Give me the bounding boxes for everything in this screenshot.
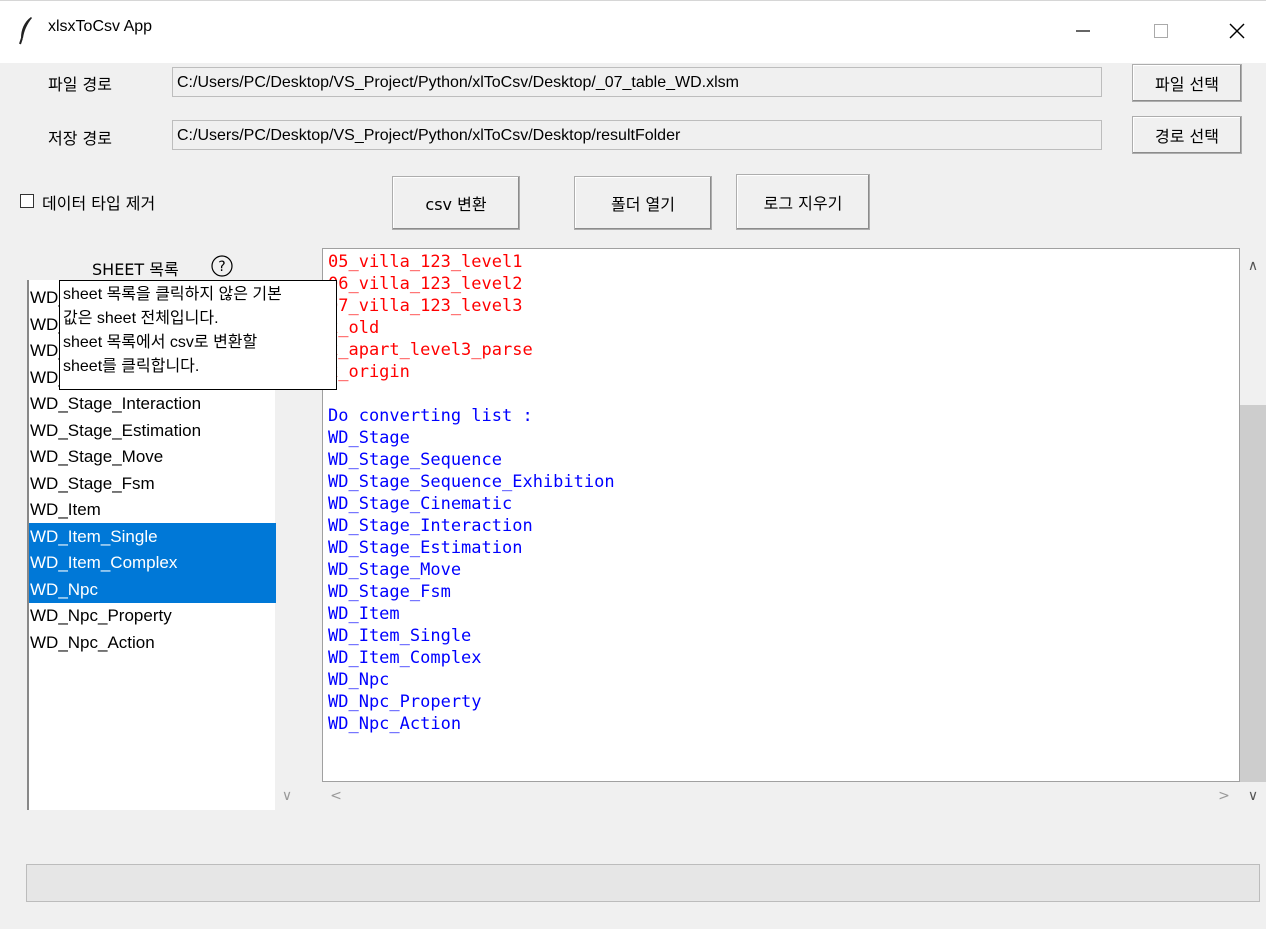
log-line: WD_Stage_Interaction bbox=[328, 516, 533, 536]
help-circle-icon[interactable]: ? bbox=[210, 254, 234, 278]
close-button[interactable] bbox=[1214, 10, 1260, 52]
log-line: WD_Stage_Fsm bbox=[328, 582, 451, 602]
maximize-button[interactable] bbox=[1138, 10, 1184, 52]
minimize-icon bbox=[1076, 30, 1090, 32]
maximize-icon bbox=[1154, 24, 1168, 38]
log-line: WD_Npc_Action bbox=[328, 714, 462, 734]
log-line: WD_Stage_Sequence_Exhibition bbox=[328, 472, 615, 492]
log-line: WD_Npc bbox=[328, 670, 390, 690]
log-textbox[interactable]: 05_villa_123_level1 06_villa_123_level2 07… bbox=[322, 248, 1240, 782]
open-folder-button[interactable]: 폴더 열기 bbox=[574, 176, 712, 230]
log-line: WD_Stage bbox=[328, 428, 410, 448]
file-path-label: 파일 경로 bbox=[48, 75, 112, 94]
log-line: WD_Stage_Sequence bbox=[328, 450, 502, 470]
sheet-list-item[interactable]: WD_Item bbox=[29, 496, 276, 523]
log-line: WD_Stage_Cinematic bbox=[328, 494, 513, 514]
sheet-list-item[interactable]: WD_Item_Complex bbox=[29, 549, 276, 576]
feather-icon bbox=[19, 17, 32, 45]
sheet-list-item[interactable]: WD_Stage_Move bbox=[29, 443, 276, 470]
log-line: x_origin bbox=[328, 362, 410, 382]
log-scroll-thumb[interactable] bbox=[1240, 405, 1266, 782]
scroll-up-icon[interactable]: ∧ bbox=[1240, 254, 1266, 278]
sheet-list-item[interactable]: WD_Stage_Interaction bbox=[29, 390, 276, 417]
save-path-label: 저장 경로 bbox=[48, 129, 112, 148]
sheet-list-item[interactable]: WD_Npc bbox=[29, 575, 276, 603]
save-path-field[interactable]: C:/Users/PC/Desktop/VS_Project/Python/xl… bbox=[172, 120, 1102, 150]
sheet-list-item[interactable]: WD_Stage_Fsm bbox=[29, 470, 276, 497]
sheet-list-item[interactable]: WD_Item_Single bbox=[29, 522, 276, 550]
sheet-list-item[interactable]: WD_Stage_Estimation bbox=[29, 417, 276, 444]
window-title: xlsxToCsv App bbox=[48, 18, 153, 35]
file-path-field[interactable]: C:/Users/PC/Desktop/VS_Project/Python/xl… bbox=[172, 67, 1102, 97]
log-line: WD_Item_Complex bbox=[328, 648, 482, 668]
scroll-down-icon[interactable]: ∨ bbox=[1240, 784, 1266, 808]
select-path-button[interactable]: 경로 선택 bbox=[1132, 116, 1242, 154]
svg-text:?: ? bbox=[218, 259, 225, 275]
log-line: WD_Stage_Move bbox=[328, 560, 462, 580]
remove-datatype-label: 데이터 타입 제거 bbox=[42, 194, 156, 213]
progress-bar bbox=[26, 864, 1260, 902]
log-line: 07_villa_123_level3 bbox=[328, 296, 523, 316]
select-file-button[interactable]: 파일 선택 bbox=[1132, 64, 1242, 102]
minimize-button[interactable] bbox=[1060, 10, 1106, 52]
sheet-list-item[interactable]: WD_Npc_Property bbox=[29, 602, 276, 629]
listbox-scroll-down-icon[interactable]: ∨ bbox=[276, 784, 298, 808]
log-line: 06_villa_123_level2 bbox=[328, 274, 523, 294]
scroll-right-icon[interactable]: > bbox=[1214, 784, 1234, 808]
help-tooltip: sheet 목록을 클릭하지 않은 기본값은 sheet 전체입니다. sheet… bbox=[59, 280, 337, 390]
log-line: WD_Item_Single bbox=[328, 626, 472, 646]
log-line: Do converting list : bbox=[328, 406, 533, 426]
sheet-list-item[interactable]: WD_Npc_Action bbox=[29, 629, 276, 656]
tooltip-line: sheet를 클릭합니다. bbox=[63, 358, 200, 375]
log-line: x_apart_level3_parse bbox=[328, 340, 533, 360]
convert-csv-button[interactable]: csv 변환 bbox=[392, 176, 520, 230]
log-line: 05_villa_123_level1 bbox=[328, 252, 523, 272]
log-line: WD_Npc_Property bbox=[328, 692, 482, 712]
log-line: WD_Stage_Estimation bbox=[328, 538, 523, 558]
sheet-list-heading: SHEET 목록 bbox=[92, 260, 179, 279]
tooltip-line: sheet 목록을 클릭하지 않은 기본 bbox=[63, 286, 282, 303]
clear-log-button[interactable]: 로그 지우기 bbox=[736, 174, 870, 230]
tooltip-line: 값은 sheet 전체입니다. bbox=[63, 310, 219, 327]
close-icon bbox=[1229, 23, 1245, 39]
log-horizontal-scrollbar[interactable] bbox=[322, 782, 1240, 812]
tooltip-line: sheet 목록에서 csv로 변환할 bbox=[63, 334, 258, 351]
log-line: WD_Item bbox=[328, 604, 400, 624]
scroll-left-icon[interactable]: < bbox=[326, 784, 346, 808]
remove-datatype-checkbox[interactable] bbox=[20, 194, 34, 208]
